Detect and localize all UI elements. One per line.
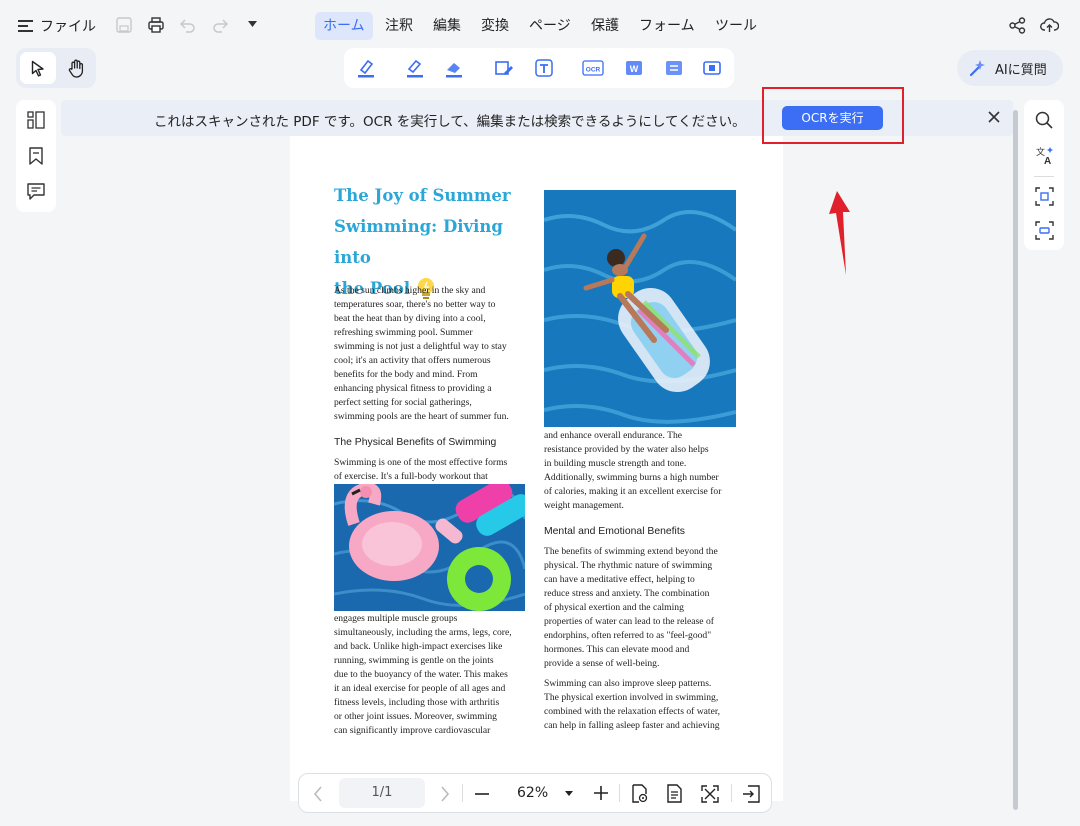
ai-ask-button[interactable]: AIに質問 (957, 50, 1063, 86)
tab-page[interactable]: ページ (521, 12, 579, 40)
svg-text:W: W (630, 64, 639, 74)
nav-divider-3 (731, 784, 732, 802)
zoom-dropdown-icon[interactable] (565, 791, 573, 797)
screen-capture-icon[interactable] (1035, 221, 1054, 240)
sidebar-divider (1034, 176, 1054, 177)
svg-text:OCR: OCR (586, 67, 601, 74)
redo-icon[interactable] (212, 17, 228, 33)
cloud-upload-icon[interactable] (1040, 16, 1059, 33)
hand-tool-button[interactable] (58, 52, 94, 84)
pool-float-image (544, 190, 736, 427)
collapse-panel-icon[interactable] (742, 785, 760, 803)
comments-icon[interactable] (27, 183, 45, 200)
translate-icon[interactable]: 文A (1035, 146, 1054, 165)
nav-divider-2 (619, 784, 620, 802)
scan-notice-text: これはスキャンされた PDF です。OCR を実行して、編集または検索できるよう… (154, 114, 746, 130)
share-icon[interactable] (1009, 17, 1026, 34)
tab-protect[interactable]: 保護 (583, 12, 627, 40)
search-icon[interactable] (1035, 111, 1053, 129)
fit-page-icon[interactable] (701, 785, 719, 803)
vertical-scrollbar[interactable] (1013, 110, 1018, 810)
ocr-button-callout-box (762, 87, 904, 144)
cursor-arrow-icon (31, 60, 45, 77)
ai-sparkle-icon (969, 59, 987, 77)
next-page-icon[interactable] (440, 786, 450, 802)
physical-paragraph-2: engages multiple muscle groups simultane… (334, 613, 512, 736)
mode-switch (16, 48, 96, 88)
title-line-1: The Joy of Summer (334, 186, 511, 205)
hand-icon (68, 59, 85, 78)
mental-benefits-heading: Mental and Emotional Benefits (544, 526, 685, 537)
physical-benefits-heading: The Physical Benefits of Swimming (334, 437, 497, 448)
page-view-icon[interactable] (630, 784, 650, 804)
top-toolbar: ファイル ホーム 注釈 編集 変換 ページ 保護 フォーム ツール (0, 0, 1080, 50)
tab-home[interactable]: ホーム (315, 12, 373, 40)
bookmark-icon[interactable] (28, 147, 44, 165)
compare-icon[interactable] (664, 58, 684, 78)
file-menu[interactable]: ファイル (18, 15, 96, 37)
callout-arrow (829, 191, 850, 275)
save-icon[interactable] (116, 17, 132, 33)
ocr-icon[interactable]: OCR (582, 58, 604, 78)
hamburger-icon (18, 19, 34, 33)
zoom-level[interactable]: 62% (517, 785, 548, 801)
ai-ask-label: AIに質問 (995, 62, 1047, 78)
highlighter-icon[interactable] (356, 58, 376, 78)
pdf-page: The Joy of Summer Swimming: Diving into … (290, 136, 783, 801)
screen-record-icon[interactable] (702, 58, 722, 78)
select-tool-button[interactable] (20, 52, 56, 84)
tab-edit[interactable]: 編集 (425, 12, 469, 40)
thumbnails-icon[interactable] (27, 111, 45, 129)
tab-convert[interactable]: 変換 (473, 12, 517, 40)
eraser-icon[interactable] (444, 58, 464, 78)
print-icon[interactable] (148, 17, 164, 33)
zoom-out-icon[interactable] (474, 786, 490, 802)
markup-toolbar: OCR W (344, 48, 734, 88)
crop-capture-icon[interactable] (1035, 187, 1054, 206)
underline-marker-icon[interactable] (405, 58, 425, 78)
word-convert-icon[interactable]: W (624, 58, 644, 78)
file-menu-label: ファイル (40, 19, 96, 35)
nav-divider-1 (462, 784, 463, 802)
previous-page-icon[interactable] (313, 786, 323, 802)
right-sidebar: 文A (1024, 100, 1064, 250)
page-number-field[interactable]: 1/1 (339, 778, 425, 808)
tab-tools[interactable]: ツール (707, 12, 765, 40)
mental-paragraph: The benefits of swimming extend beyond t… (544, 546, 718, 669)
intro-paragraph: As the sun climbs higher in the sky and … (334, 285, 509, 422)
svg-text:A: A (1044, 156, 1051, 165)
text-recognize-icon[interactable] (534, 58, 554, 78)
undo-icon[interactable] (180, 17, 196, 33)
tab-annotate[interactable]: 注釈 (377, 12, 421, 40)
sleep-paragraph: Swimming can also improve sleep patterns… (544, 678, 721, 731)
page-layout-icon[interactable] (666, 784, 684, 804)
right-paragraph-1: and enhance overall endurance. The resis… (544, 430, 722, 511)
flamingo-float-image (334, 484, 525, 611)
title-line-2: Swimming: Diving into (334, 217, 503, 267)
bottom-navigation-bar: 1/1 62% (298, 773, 772, 813)
quick-access-dropdown-icon[interactable] (248, 21, 257, 28)
zoom-in-icon[interactable] (593, 785, 609, 801)
physical-paragraph-1: Swimming is one of the most effective fo… (334, 457, 508, 482)
left-sidebar (16, 100, 56, 212)
close-icon[interactable] (988, 111, 1000, 123)
tab-form[interactable]: フォーム (631, 12, 703, 40)
text-edit-icon[interactable] (494, 58, 514, 78)
